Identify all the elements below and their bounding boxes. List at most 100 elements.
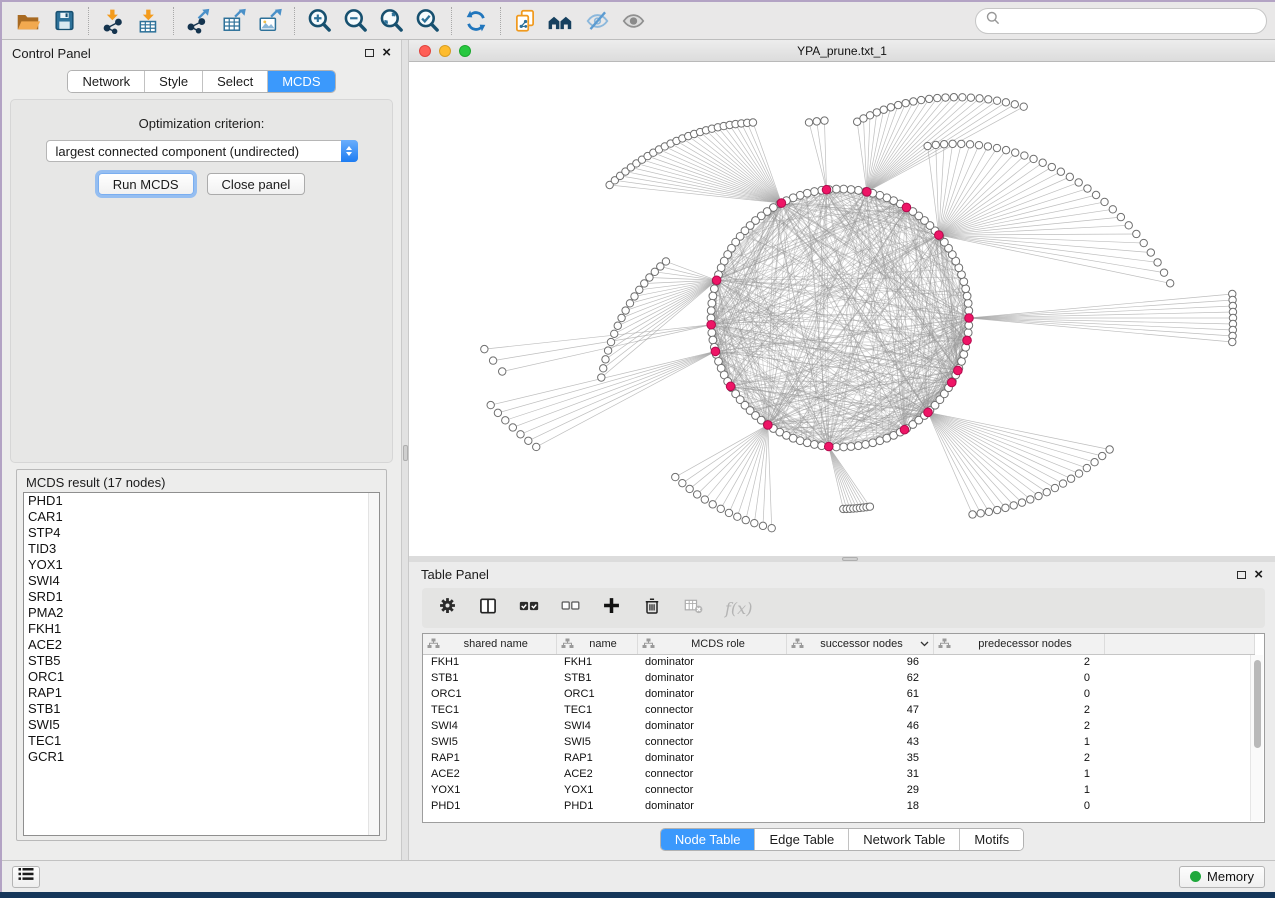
tab-node-table[interactable]: Node Table — [661, 829, 756, 850]
delete-column-button[interactable] — [639, 595, 665, 621]
mcds-list-scrollbar[interactable] — [368, 493, 379, 835]
table-cell[interactable]: 0 — [933, 670, 1104, 686]
table-cell[interactable]: 47 — [786, 702, 933, 718]
table-cell[interactable]: 46 — [786, 718, 933, 734]
close-table-panel-icon[interactable]: × — [1254, 570, 1263, 580]
tab-network-table[interactable]: Network Table — [849, 829, 960, 850]
zoom-out-button[interactable] — [337, 5, 373, 37]
table-cell[interactable]: dominator — [637, 670, 786, 686]
first-neighbors-button[interactable] — [543, 5, 579, 37]
table-cell[interactable]: TEC1 — [423, 702, 556, 718]
search-input[interactable] — [1006, 14, 1256, 28]
network-canvas[interactable] — [409, 62, 1275, 556]
export-table-button[interactable] — [216, 5, 252, 37]
table-cell[interactable]: 43 — [786, 734, 933, 750]
table-cell[interactable]: 1 — [933, 766, 1104, 782]
table-row[interactable]: ORC1ORC1dominator610 — [423, 686, 1255, 702]
table-cell[interactable]: connector — [637, 702, 786, 718]
table-row[interactable]: YOX1YOX1connector291 — [423, 782, 1255, 798]
mcds-result-item[interactable]: YOX1 — [24, 557, 379, 573]
mcds-result-item[interactable]: STB5 — [24, 653, 379, 669]
select-all-columns-button[interactable] — [516, 595, 542, 621]
unselect-all-columns-button[interactable] — [557, 595, 583, 621]
table-cell[interactable]: FKH1 — [556, 654, 637, 670]
mcds-result-item[interactable]: SWI5 — [24, 717, 379, 733]
table-cell[interactable]: ACE2 — [423, 766, 556, 782]
mcds-result-list[interactable]: PHD1CAR1STP4TID3YOX1SWI4SRD1PMA2FKH1ACE2… — [23, 492, 380, 836]
table-cell[interactable]: ORC1 — [556, 686, 637, 702]
close-panel-button[interactable]: Close panel — [207, 173, 306, 195]
table-cell[interactable]: connector — [637, 782, 786, 798]
table-row[interactable]: SWI5SWI5connector431 — [423, 734, 1255, 750]
mcds-result-item[interactable]: ORC1 — [24, 669, 379, 685]
table-cell[interactable]: 31 — [786, 766, 933, 782]
import-network-button[interactable] — [95, 5, 131, 37]
mcds-result-item[interactable]: FKH1 — [24, 621, 379, 637]
criterion-select[interactable]: largest connected component (undirected) — [46, 140, 358, 162]
table-cell[interactable]: 2 — [933, 718, 1104, 734]
import-table-button[interactable] — [131, 5, 167, 37]
table-cell[interactable]: 62 — [786, 670, 933, 686]
table-cell[interactable]: TEC1 — [556, 702, 637, 718]
tab-select[interactable]: Select — [203, 71, 268, 92]
table-cell[interactable]: RAP1 — [423, 750, 556, 766]
table-cell[interactable]: YOX1 — [556, 782, 637, 798]
table-cell[interactable]: YOX1 — [423, 782, 556, 798]
search-box[interactable] — [975, 8, 1267, 34]
mcds-result-item[interactable]: TID3 — [24, 541, 379, 557]
table-cell[interactable]: 0 — [933, 686, 1104, 702]
table-cell[interactable]: 1 — [933, 782, 1104, 798]
fit-content-button[interactable] — [373, 5, 409, 37]
table-cell[interactable]: 35 — [786, 750, 933, 766]
show-all-button[interactable] — [615, 5, 651, 37]
column-header[interactable]: predecessor nodes — [933, 634, 1104, 654]
table-row[interactable]: SWI4SWI4dominator462 — [423, 718, 1255, 734]
table-cell[interactable]: ACE2 — [556, 766, 637, 782]
table-cell[interactable]: dominator — [637, 686, 786, 702]
table-cell[interactable]: STB1 — [556, 670, 637, 686]
open-file-button[interactable] — [10, 5, 46, 37]
column-header[interactable]: name — [556, 634, 637, 654]
column-header[interactable]: MCDS role — [637, 634, 786, 654]
table-row[interactable]: RAP1RAP1dominator352 — [423, 750, 1255, 766]
mcds-result-item[interactable]: SRD1 — [24, 589, 379, 605]
float-panel-icon[interactable] — [365, 49, 374, 57]
table-cell[interactable]: STB1 — [423, 670, 556, 686]
hide-selected-button[interactable] — [579, 5, 615, 37]
table-cell[interactable]: SWI4 — [423, 718, 556, 734]
table-cell[interactable]: FKH1 — [423, 654, 556, 670]
mcds-result-item[interactable]: ACE2 — [24, 637, 379, 653]
run-mcds-button[interactable]: Run MCDS — [98, 173, 194, 195]
create-column-button[interactable] — [598, 595, 624, 621]
clone-network-button[interactable] — [507, 5, 543, 37]
horizontal-splitter[interactable] — [409, 556, 1275, 562]
table-cell[interactable]: SWI4 — [556, 718, 637, 734]
table-cell[interactable]: 96 — [786, 654, 933, 670]
tab-mcds[interactable]: MCDS — [268, 71, 334, 92]
table-row[interactable]: TEC1TEC1connector472 — [423, 702, 1255, 718]
table-cell[interactable]: 2 — [933, 654, 1104, 670]
zoom-in-button[interactable] — [301, 5, 337, 37]
table-cell[interactable]: dominator — [637, 718, 786, 734]
mcds-result-item[interactable]: SWI4 — [24, 573, 379, 589]
mcds-result-item[interactable]: STB1 — [24, 701, 379, 717]
table-row[interactable]: STB1STB1dominator620 — [423, 670, 1255, 686]
vertical-splitter[interactable] — [401, 40, 409, 860]
table-cell[interactable]: 29 — [786, 782, 933, 798]
float-table-panel-icon[interactable] — [1237, 571, 1246, 579]
column-header[interactable]: successor nodes — [786, 634, 933, 654]
table-cell[interactable]: ORC1 — [423, 686, 556, 702]
table-cell[interactable]: 61 — [786, 686, 933, 702]
table-cell[interactable]: dominator — [637, 798, 786, 814]
table-cell[interactable]: dominator — [637, 654, 786, 670]
tab-style[interactable]: Style — [145, 71, 203, 92]
table-cell[interactable]: PHD1 — [556, 798, 637, 814]
save-session-button[interactable] — [46, 5, 82, 37]
table-cell[interactable]: connector — [637, 766, 786, 782]
export-image-button[interactable] — [252, 5, 288, 37]
table-cell[interactable]: PHD1 — [423, 798, 556, 814]
memory-button[interactable]: Memory — [1179, 866, 1265, 888]
table-scrollbar-thumb[interactable] — [1254, 660, 1261, 748]
tab-motifs[interactable]: Motifs — [960, 829, 1023, 850]
table-row[interactable]: ACE2ACE2connector311 — [423, 766, 1255, 782]
